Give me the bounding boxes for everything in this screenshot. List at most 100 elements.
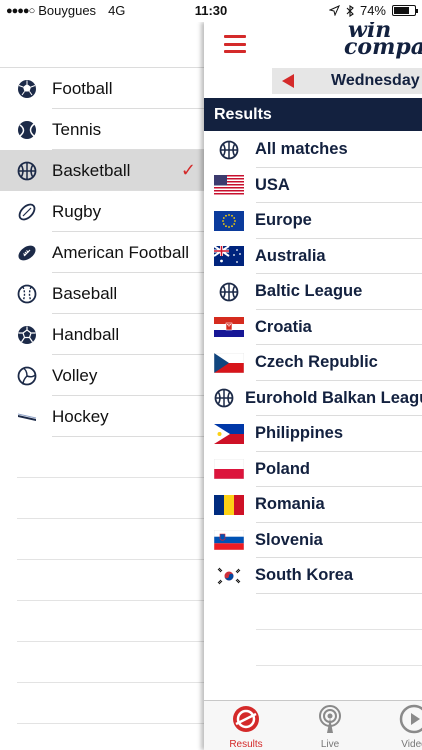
volleyball-icon [17,366,37,386]
basketball-icon [214,388,234,408]
battery-icon [392,5,418,16]
empty-menu-row [0,519,204,560]
results-panel: win compa Wednesday 2 Results All matche… [204,22,422,750]
battery-percent: 74% [359,3,386,18]
previous-day-arrow-icon[interactable] [282,74,294,88]
eu-flag-icon [214,210,244,231]
basketball-icon [17,161,37,181]
philippines-flag-icon [214,423,244,444]
menu-item-label: Baseball [52,283,118,303]
romania-flag-icon [214,494,244,515]
tab-live[interactable]: Live [300,704,360,750]
menu-item-label: American Football [52,242,190,262]
basketball-icon [214,140,244,160]
south-korea-flag-icon [214,565,244,586]
rugby-icon [17,202,37,222]
empty-menu-row [0,560,204,601]
results-item-label: Romania [255,495,325,514]
results-item-romania[interactable]: Romania [204,487,422,523]
results-item-australia[interactable]: Australia [204,239,422,275]
status-bar: ●●●●○ Bouygues 4G 11:30 74% [0,0,422,22]
results-item-slovenia[interactable]: Slovenia [204,523,422,559]
baseball-icon [17,284,37,304]
sports-menu: Football Tennis Basketball ✓ Rugby American F… [0,22,204,750]
tab-video[interactable]: Video [384,704,422,750]
czech-flag-icon [214,352,244,373]
slovenia-flag-icon [214,530,244,551]
logo-line-2: compa [344,34,422,60]
results-item-label: Eurohold Balkan League [245,388,422,407]
menu-item-baseball[interactable]: Baseball [0,273,204,314]
menu-item-basketball[interactable]: Basketball ✓ [0,150,204,191]
menu-item-label: Hockey [52,406,109,426]
results-item-label: Czech Republic [255,353,378,372]
results-item-label: Europe [255,211,312,230]
empty-menu-row [0,601,204,642]
results-item-label: Slovenia [255,530,323,549]
menu-item-rugby[interactable]: Rugby [0,191,204,232]
empty-results-row [204,630,422,666]
menu-item-label: Football [52,78,113,98]
poland-flag-icon [214,459,244,480]
results-item-usa[interactable]: USA [204,168,422,204]
menu-item-hockey[interactable]: Hockey [0,396,204,437]
results-item-label: Croatia [255,317,312,336]
empty-menu-row [0,437,204,478]
usa-flag-icon [214,175,244,196]
menu-item-label: Volley [52,365,98,385]
results-item-label: Baltic League [255,282,363,301]
results-item-philippines[interactable]: Philippines [204,416,422,452]
results-item-czech-republic[interactable]: Czech Republic [204,345,422,381]
results-item-label: USA [255,175,290,194]
menu-item-volley[interactable]: Volley [0,355,204,396]
tab-results-label: Results [229,739,263,750]
tab-bar: Results Live Video [204,700,422,750]
results-item-label: All matches [255,140,348,159]
american-football-icon [17,243,37,263]
empty-menu-row [0,478,204,519]
hamburger-menu-icon[interactable] [224,35,246,53]
tab-live-label: Live [320,739,340,750]
menu-item-label: Tennis [52,119,102,139]
checkmark-icon: ✓ [180,160,196,180]
menu-item-label: Rugby [52,201,102,221]
results-icon [233,706,259,732]
empty-menu-row [0,683,204,724]
results-item-south-korea[interactable]: South Korea [204,558,422,594]
results-item-all-matches[interactable]: All matches [204,132,422,168]
results-item-label: South Korea [255,566,354,585]
results-item-europe[interactable]: Europe [204,203,422,239]
location-arrow-icon [328,5,340,16]
football-icon [17,79,37,99]
menu-item-label: Basketball [52,160,131,180]
menu-item-football[interactable]: Football [0,67,204,109]
results-item-eurohold-balkan-league[interactable]: Eurohold Balkan League [204,381,422,417]
results-item-poland[interactable]: Poland [204,452,422,488]
tab-results[interactable]: Results [216,704,276,750]
empty-results-row [204,594,422,630]
results-list: All matches USA Europe Australia Baltic Leag… [204,132,422,666]
results-header: Results [204,98,422,131]
menu-item-handball[interactable]: Handball [0,314,204,355]
australia-flag-icon [214,246,244,267]
results-item-label: Philippines [255,424,344,443]
results-item-baltic-league[interactable]: Baltic League [204,274,422,310]
results-item-croatia[interactable]: Croatia [204,310,422,346]
app-logo: win compa [344,22,422,60]
live-icon [319,705,341,733]
croatia-flag-icon [214,317,244,338]
menu-item-american-football[interactable]: American Football [0,232,204,273]
results-item-label: Poland [255,459,311,478]
bluetooth-icon [346,4,354,17]
menu-item-label: Handball [52,324,120,344]
date-label[interactable]: Wednesday 2 [331,72,422,90]
basketball-icon [214,282,244,302]
video-icon [399,704,422,734]
tab-video-label: Video [401,739,422,750]
hockey-puck-icon [17,407,37,427]
date-selector: Wednesday 2 [272,68,422,94]
handball-icon [17,325,37,345]
top-bar: win compa [204,22,422,68]
menu-item-tennis[interactable]: Tennis [0,109,204,150]
tennis-icon [17,120,37,140]
